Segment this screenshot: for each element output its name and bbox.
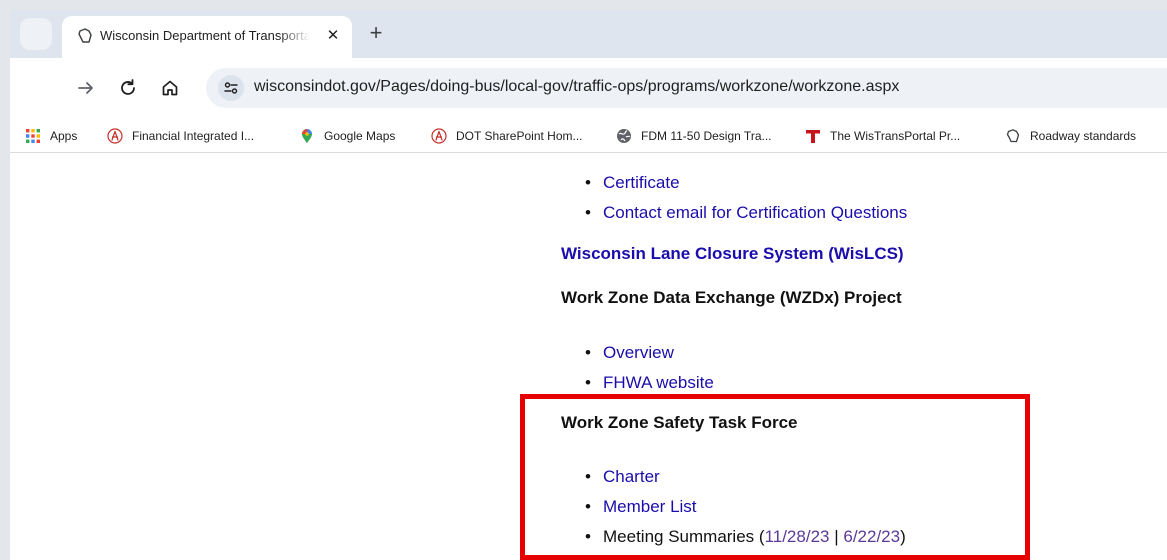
bookmark-label: Apps (50, 129, 78, 143)
acrobat-icon (107, 128, 123, 144)
browser-toolbar: wisconsindot.gov/Pages/doing-bus/local-g… (10, 58, 1167, 120)
bookmark-apps[interactable]: Apps (25, 127, 77, 145)
browser-window: Wisconsin Department of Transportation ✕… (10, 10, 1167, 560)
bookmarks-bar: Apps Financial Integrated I... Google Ma… (10, 120, 1167, 153)
list-item: Contact email for Certification Question… (583, 198, 907, 228)
bookmark-dot-sharepoint[interactable]: DOT SharePoint Hom... (431, 127, 583, 145)
list-item: Overview (583, 338, 714, 368)
page-content: Certificate Contact email for Certificat… (10, 153, 1167, 560)
url-text: wisconsindot.gov/Pages/doing-bus/local-g… (254, 78, 900, 95)
certification-links: Certificate Contact email for Certificat… (583, 168, 907, 228)
list-item: Certificate (583, 168, 907, 198)
wislcs-heading-link[interactable]: Wisconsin Lane Closure System (WisLCS) (561, 244, 904, 264)
tab-title: Wisconsin Department of Transportation (100, 28, 310, 43)
site-settings-icon[interactable] (218, 75, 244, 101)
bookmark-financial[interactable]: Financial Integrated I... (107, 127, 254, 145)
tab-search-button[interactable] (20, 18, 52, 50)
forward-arrow-icon[interactable] (72, 74, 100, 102)
maps-pin-icon (299, 128, 315, 144)
active-tab[interactable]: Wisconsin Department of Transportation ✕ (62, 16, 352, 58)
fhwa-website-link[interactable]: FHWA website (603, 373, 714, 392)
highlight-box (520, 394, 1030, 560)
bookmark-label: FDM 11-50 Design Tra... (641, 129, 772, 143)
certificate-link[interactable]: Certificate (603, 173, 680, 192)
bookmark-label: The WisTransPortal Pr... (830, 129, 961, 143)
bookmark-roadway-standards[interactable]: Roadway standards (1005, 127, 1136, 145)
wisconsin-state-icon (1005, 128, 1021, 144)
globe-icon (616, 128, 632, 144)
bookmark-label: Financial Integrated I... (132, 129, 255, 143)
new-tab-button[interactable]: + (362, 20, 390, 48)
bookmark-fdm[interactable]: FDM 11-50 Design Tra... (616, 127, 772, 145)
bookmark-label: Google Maps (324, 129, 396, 143)
wzdx-heading: Work Zone Data Exchange (WZDx) Project (561, 288, 902, 307)
t-logo-icon (805, 128, 821, 144)
reload-icon[interactable] (114, 74, 142, 102)
address-bar[interactable]: wisconsindot.gov/Pages/doing-bus/local-g… (206, 68, 1167, 108)
certification-contact-link[interactable]: Contact email for Certification Question… (603, 203, 907, 222)
bookmark-label: DOT SharePoint Hom... (456, 129, 583, 143)
overview-link[interactable]: Overview (603, 343, 674, 362)
acrobat-icon (431, 128, 447, 144)
wisconsin-state-icon (76, 27, 94, 45)
tab-strip: Wisconsin Department of Transportation ✕… (10, 10, 1167, 58)
wzdx-links: Overview FHWA website (583, 338, 714, 398)
home-icon[interactable] (156, 74, 184, 102)
bookmark-wistransportal[interactable]: The WisTransPortal Pr... (805, 127, 960, 145)
close-icon[interactable]: ✕ (321, 24, 345, 48)
bookmark-label: Roadway standards (1030, 129, 1137, 143)
apps-grid-icon (25, 128, 41, 144)
bookmark-google-maps[interactable]: Google Maps (299, 127, 395, 145)
